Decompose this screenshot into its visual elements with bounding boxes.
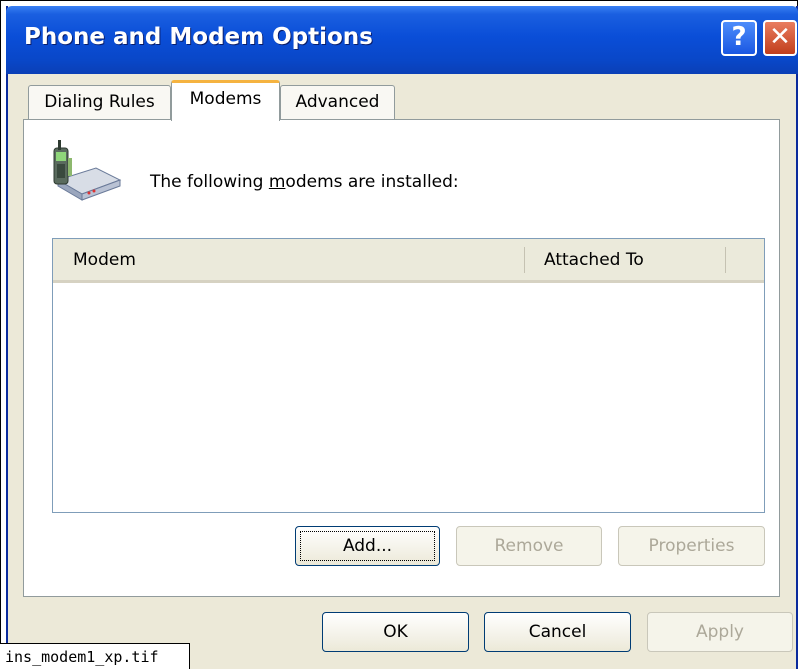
modems-list[interactable]: Modem Attached To [52,238,765,513]
cancel-button-label: Cancel [528,622,587,642]
intro-accelerator: m [268,172,286,192]
ok-button[interactable]: OK [322,612,469,652]
column-header-attached-to[interactable]: Attached To [544,250,644,270]
column-divider[interactable] [725,247,726,273]
properties-button-label: Properties [648,536,735,556]
window-title: Phone and Modem Options [24,24,373,50]
tab-modems[interactable]: Modems [171,80,280,121]
list-header: Modem Attached To [53,239,764,283]
help-button[interactable]: ? [721,20,757,56]
tab-dialing-rules[interactable]: Dialing Rules [28,85,171,120]
close-icon: ✕ [769,22,791,52]
intro-suffix: odems are installed: [285,172,459,192]
modems-installed-label: The following modems are installed: [150,172,459,192]
phone-modem-icon [44,140,122,204]
column-header-modem[interactable]: Modem [73,250,136,270]
apply-button-label: Apply [696,622,744,642]
apply-button[interactable]: Apply [647,612,793,652]
remove-button[interactable]: Remove [456,526,602,566]
remove-button-label: Remove [494,536,564,556]
focus-rectangle [300,531,435,561]
properties-button[interactable]: Properties [618,526,765,566]
tab-advanced[interactable]: Advanced [280,85,395,120]
cancel-button[interactable]: Cancel [484,612,631,652]
column-divider[interactable] [524,247,525,273]
add-button[interactable]: Add... [295,526,440,566]
close-button[interactable]: ✕ [763,20,797,56]
image-caption: ins_modem1_xp.tif [0,643,190,669]
title-bar[interactable]: Phone and Modem Options ? ✕ [6,6,798,74]
intro-prefix: The following [150,172,269,192]
help-icon: ? [731,22,747,52]
ok-button-label: OK [383,622,408,642]
